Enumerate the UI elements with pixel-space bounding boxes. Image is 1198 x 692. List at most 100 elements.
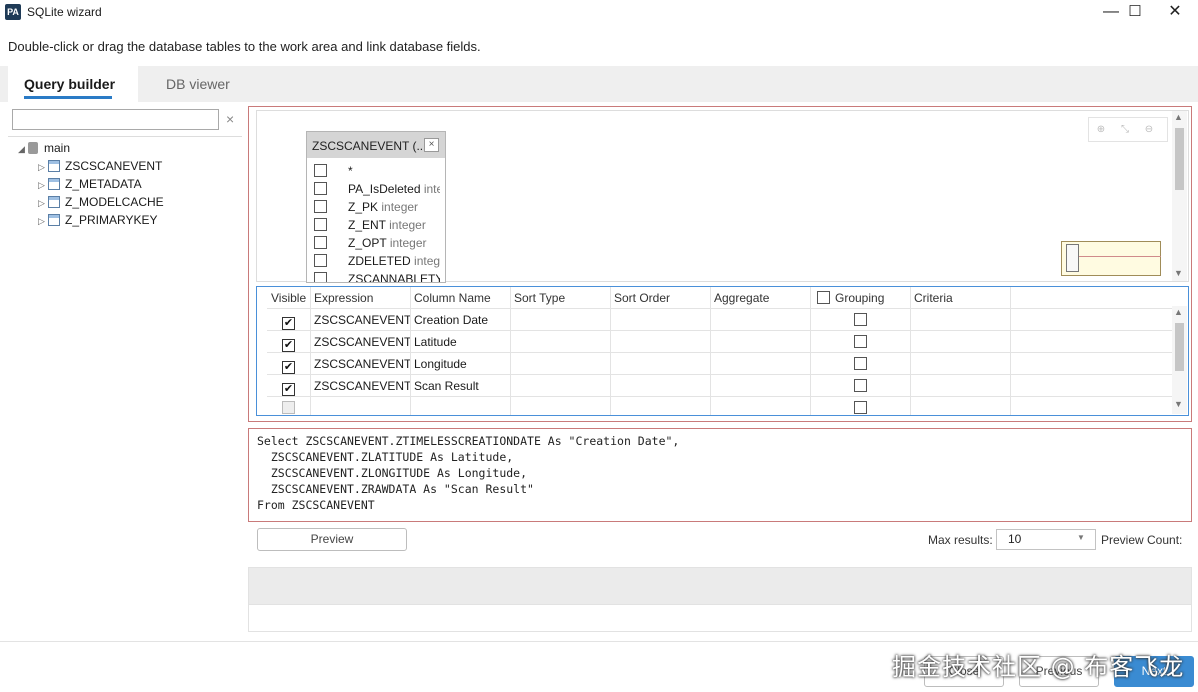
tree-search-input[interactable] — [12, 109, 219, 130]
sort-order-cell[interactable] — [611, 331, 711, 353]
visible-checkbox[interactable] — [282, 401, 295, 414]
sort-type-cell[interactable] — [511, 309, 611, 331]
grouping-checkbox[interactable] — [854, 357, 867, 370]
grid-header-grouping[interactable]: Grouping — [811, 287, 911, 309]
sort-type-cell[interactable] — [511, 397, 611, 415]
field-checkbox[interactable] — [314, 164, 327, 177]
table-box-close-icon[interactable]: × — [424, 138, 439, 152]
grouping-all-checkbox[interactable] — [817, 291, 830, 304]
fit-icon[interactable]: ⤡ — [1113, 118, 1137, 142]
field-checkbox[interactable] — [314, 182, 327, 195]
clear-search-icon[interactable]: × — [226, 111, 234, 127]
sort-order-cell[interactable] — [611, 309, 711, 331]
collapsed-arrow-icon[interactable]: ▷ — [38, 176, 48, 194]
visible-checkbox[interactable]: ✔ — [282, 361, 295, 374]
table-field-row[interactable]: PA_IsDeleted integer — [314, 180, 440, 198]
expression-cell[interactable]: ZSCSCANEVENT.Z — [311, 331, 411, 353]
field-checkbox[interactable] — [314, 272, 327, 282]
grouping-checkbox[interactable] — [854, 401, 867, 414]
criteria-cell[interactable] — [911, 309, 1011, 331]
table-field-row[interactable]: Z_ENT integer — [314, 216, 440, 234]
chevron-down-icon[interactable]: ▼ — [1077, 533, 1085, 542]
expression-cell[interactable] — [311, 397, 411, 415]
zoom-in-icon[interactable]: ⊕ — [1089, 118, 1113, 142]
field-checkbox[interactable] — [314, 218, 327, 231]
tree-item-table[interactable]: ▷ ZSCSCANEVENT — [38, 157, 162, 175]
grid-header-aggregate[interactable]: Aggregate — [711, 287, 811, 309]
visible-checkbox[interactable]: ✔ — [282, 383, 295, 396]
column-name-cell[interactable]: Latitude — [411, 331, 511, 353]
grid-header-sort-order[interactable]: Sort Order — [611, 287, 711, 309]
grouping-checkbox[interactable] — [854, 379, 867, 392]
tab-query-builder-label[interactable]: Query builder — [24, 76, 115, 92]
criteria-cell[interactable] — [911, 353, 1011, 375]
collapsed-arrow-icon[interactable]: ▷ — [38, 212, 48, 230]
visible-cell[interactable]: ✔ — [267, 331, 311, 353]
tree-root-main[interactable]: ◢ main — [18, 139, 70, 157]
criteria-cell[interactable] — [911, 331, 1011, 353]
table-field-row[interactable]: Z_OPT integer — [314, 234, 440, 252]
expression-cell[interactable]: ZSCSCANEVENT.Z — [311, 353, 411, 375]
expression-cell[interactable]: ZSCSCANEVENT.Z — [311, 375, 411, 397]
column-name-cell[interactable]: Longitude — [411, 353, 511, 375]
expression-cell[interactable]: ZSCSCANEVENT.Z — [311, 309, 411, 331]
grouping-cell[interactable] — [811, 397, 911, 415]
collapsed-arrow-icon[interactable]: ▷ — [38, 158, 48, 176]
aggregate-cell[interactable] — [711, 309, 811, 331]
visible-cell[interactable]: ✔ — [267, 375, 311, 397]
expanded-arrow-icon[interactable]: ◢ — [18, 140, 28, 158]
scroll-down-icon[interactable]: ▼ — [1174, 268, 1183, 278]
grid-header-column-name[interactable]: Column Name — [411, 287, 511, 309]
preview-button[interactable]: Preview — [257, 528, 407, 551]
aggregate-cell[interactable] — [711, 397, 811, 415]
aggregate-cell[interactable] — [711, 331, 811, 353]
sql-editor[interactable]: Select ZSCSCANEVENT.ZTIMELESSCREATIONDAT… — [248, 428, 1192, 522]
tab-db-viewer[interactable]: DB viewer — [166, 76, 230, 92]
scroll-up-icon[interactable]: ▲ — [1174, 307, 1183, 317]
tree-item-table[interactable]: ▷ Z_PRIMARYKEY — [38, 211, 157, 229]
field-checkbox[interactable] — [314, 236, 327, 249]
grouping-checkbox[interactable] — [854, 313, 867, 326]
zoom-out-icon[interactable]: ⊖ — [1137, 118, 1161, 142]
grouping-cell[interactable] — [811, 375, 911, 397]
collapsed-arrow-icon[interactable]: ▷ — [38, 194, 48, 212]
aggregate-cell[interactable] — [711, 353, 811, 375]
canvas-scroll-thumb[interactable] — [1175, 128, 1184, 190]
sort-type-cell[interactable] — [511, 375, 611, 397]
criteria-cell[interactable] — [911, 397, 1011, 415]
grouping-cell[interactable] — [811, 309, 911, 331]
table-field-row[interactable]: * — [314, 162, 440, 180]
sort-order-cell[interactable] — [611, 375, 711, 397]
field-checkbox[interactable] — [314, 254, 327, 267]
table-field-row[interactable]: Z_PK integer — [314, 198, 440, 216]
sort-order-cell[interactable] — [611, 397, 711, 415]
grouping-cell[interactable] — [811, 331, 911, 353]
criteria-cell[interactable] — [911, 375, 1011, 397]
visible-checkbox[interactable]: ✔ — [282, 339, 295, 352]
column-name-cell[interactable]: Scan Result — [411, 375, 511, 397]
sort-type-cell[interactable] — [511, 353, 611, 375]
column-name-cell[interactable]: Creation Date — [411, 309, 511, 331]
grouping-cell[interactable] — [811, 353, 911, 375]
close-window-button[interactable]: ✕ — [1152, 0, 1198, 26]
scroll-up-icon[interactable]: ▲ — [1174, 112, 1183, 122]
visible-checkbox[interactable]: ✔ — [282, 317, 295, 330]
table-field-row[interactable]: ZDELETED integer — [314, 252, 440, 270]
aggregate-cell[interactable] — [711, 375, 811, 397]
grouping-checkbox[interactable] — [854, 335, 867, 348]
visible-cell[interactable]: ✔ — [267, 309, 311, 331]
visible-cell[interactable]: ✔ — [267, 353, 311, 375]
visible-cell[interactable] — [267, 397, 311, 415]
grid-header-criteria[interactable]: Criteria — [911, 287, 1011, 309]
tree-item-table[interactable]: ▷ Z_MODELCACHE — [38, 193, 164, 211]
grid-header-visible[interactable]: Visible — [267, 287, 311, 309]
scroll-down-icon[interactable]: ▼ — [1174, 399, 1183, 409]
field-checkbox[interactable] — [314, 200, 327, 213]
grid-scroll-thumb[interactable] — [1175, 323, 1184, 371]
grid-header-expression[interactable]: Expression — [311, 287, 411, 309]
grid-header-sort-type[interactable]: Sort Type — [511, 287, 611, 309]
column-name-cell[interactable] — [411, 397, 511, 415]
sort-type-cell[interactable] — [511, 331, 611, 353]
table-field-row[interactable]: ZSCANNABLETY — [314, 270, 440, 282]
tree-item-table[interactable]: ▷ Z_METADATA — [38, 175, 142, 193]
